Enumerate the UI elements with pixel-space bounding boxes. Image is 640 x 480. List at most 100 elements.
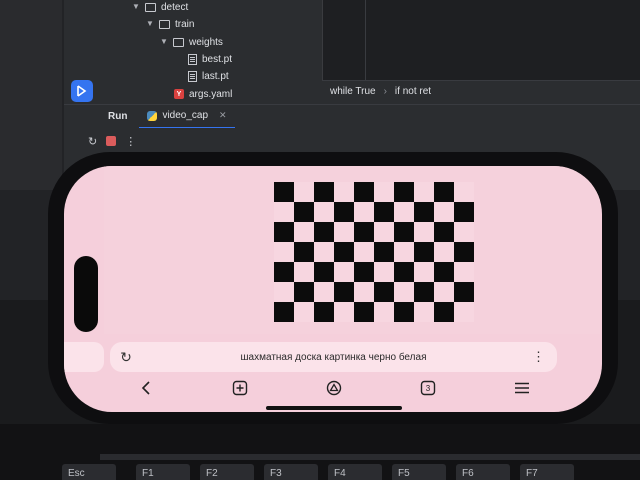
close-icon[interactable]: ✕ — [219, 110, 227, 121]
laptop-keyboard: Esc F1 F2 F3 F4 F5 F6 F7 — [0, 424, 640, 480]
white-square — [374, 222, 394, 242]
tree-item-weights[interactable]: ▼ weights — [160, 34, 223, 50]
keyboard-edge — [100, 454, 640, 460]
white-square — [394, 202, 414, 222]
search-query[interactable]: шахматная доска картинка черно белая — [110, 352, 557, 363]
python-file-icon — [147, 110, 158, 121]
black-square — [374, 282, 394, 302]
white-square — [394, 282, 414, 302]
white-square — [434, 282, 454, 302]
black-square — [394, 222, 414, 242]
new-tab-icon[interactable] — [228, 376, 252, 400]
black-square — [314, 182, 334, 202]
white-square — [454, 262, 474, 282]
white-square — [454, 302, 474, 322]
breadcrumb-separator-icon: › — [383, 86, 387, 97]
white-square — [354, 202, 374, 222]
tree-item-args-yaml[interactable]: Y args.yaml — [174, 86, 232, 102]
white-square — [414, 302, 434, 322]
more-vertical-icon[interactable]: ⋮ — [532, 350, 545, 364]
black-square — [454, 202, 474, 222]
project-tree: ▼ detect ▼ train ▼ weights best.pt last.… — [64, 0, 322, 104]
tree-item-label: detect — [161, 1, 189, 13]
white-square — [434, 202, 454, 222]
white-square — [294, 182, 314, 202]
white-square — [374, 302, 394, 322]
chevron-down-icon: ▼ — [132, 2, 140, 11]
key-f3[interactable]: F3 — [264, 464, 318, 480]
home-indicator[interactable] — [266, 406, 402, 410]
search-bar[interactable]: ↻ шахматная доска картинка черно белая ⋮ — [110, 342, 557, 372]
key-f2[interactable]: F2 — [200, 464, 254, 480]
black-square — [334, 282, 354, 302]
tree-item-label: last.pt — [202, 70, 229, 82]
key-esc[interactable]: Esc — [62, 464, 116, 480]
white-square — [354, 242, 374, 262]
black-square — [434, 182, 454, 202]
black-square — [354, 222, 374, 242]
black-square — [414, 242, 434, 262]
key-f1[interactable]: F1 — [136, 464, 190, 480]
tab-count: 3 — [425, 383, 431, 393]
more-icon[interactable]: ⋮ — [125, 135, 136, 148]
previous-tab-edge[interactable] — [64, 342, 104, 372]
white-square — [354, 282, 374, 302]
key-f7[interactable]: F7 — [520, 464, 574, 480]
key-f6[interactable]: F6 — [456, 464, 510, 480]
black-square — [354, 182, 374, 202]
back-icon[interactable] — [134, 376, 158, 400]
black-square — [274, 302, 294, 322]
breadcrumb-item[interactable]: if not ret — [395, 86, 431, 97]
run-tool-icon[interactable] — [71, 80, 93, 102]
tree-item-train[interactable]: ▼ train — [146, 16, 194, 32]
black-square — [334, 202, 354, 222]
white-square — [414, 262, 434, 282]
tree-item-best-pt[interactable]: best.pt — [188, 51, 232, 67]
menu-icon[interactable] — [510, 376, 534, 400]
tabs-icon[interactable]: 3 — [416, 376, 440, 400]
white-square — [274, 202, 294, 222]
home-icon[interactable] — [322, 376, 346, 400]
white-square — [374, 262, 394, 282]
breadcrumb-item[interactable]: while True — [330, 86, 376, 97]
black-square — [294, 242, 314, 262]
tree-item-detect[interactable]: ▼ detect — [132, 0, 188, 15]
white-square — [414, 222, 434, 242]
breadcrumb: while True › if not ret — [322, 80, 640, 102]
folder-icon — [173, 37, 184, 47]
tree-item-last-pt[interactable]: last.pt — [188, 68, 229, 84]
rerun-icon[interactable]: ↻ — [88, 135, 97, 148]
white-square — [454, 222, 474, 242]
white-square — [334, 302, 354, 322]
file-icon — [188, 53, 197, 65]
file-icon — [188, 70, 197, 82]
phone-screen: ↻ шахматная доска картинка черно белая ⋮… — [64, 166, 602, 412]
tree-item-label: train — [175, 18, 195, 30]
black-square — [394, 262, 414, 282]
white-square — [394, 242, 414, 262]
black-square — [314, 262, 334, 282]
dynamic-island — [74, 256, 98, 332]
black-square — [394, 182, 414, 202]
white-square — [294, 302, 314, 322]
black-square — [354, 302, 374, 322]
editor-gutter-line — [365, 0, 366, 80]
black-square — [334, 242, 354, 262]
checkerboard-image — [274, 182, 474, 322]
code-editor[interactable] — [322, 0, 640, 80]
white-square — [414, 182, 434, 202]
key-f5[interactable]: F5 — [392, 464, 446, 480]
white-square — [274, 282, 294, 302]
run-toolwindow-header: Run video_cap ✕ — [64, 104, 640, 129]
yaml-file-icon: Y — [174, 89, 184, 99]
black-square — [274, 262, 294, 282]
black-square — [374, 242, 394, 262]
stop-icon[interactable] — [106, 136, 117, 146]
black-square — [274, 182, 294, 202]
key-f4[interactable]: F4 — [328, 464, 382, 480]
tab-video-cap[interactable]: video_cap ✕ — [139, 105, 235, 129]
black-square — [414, 202, 434, 222]
image-viewer[interactable] — [104, 166, 600, 334]
black-square — [434, 262, 454, 282]
black-square — [434, 222, 454, 242]
